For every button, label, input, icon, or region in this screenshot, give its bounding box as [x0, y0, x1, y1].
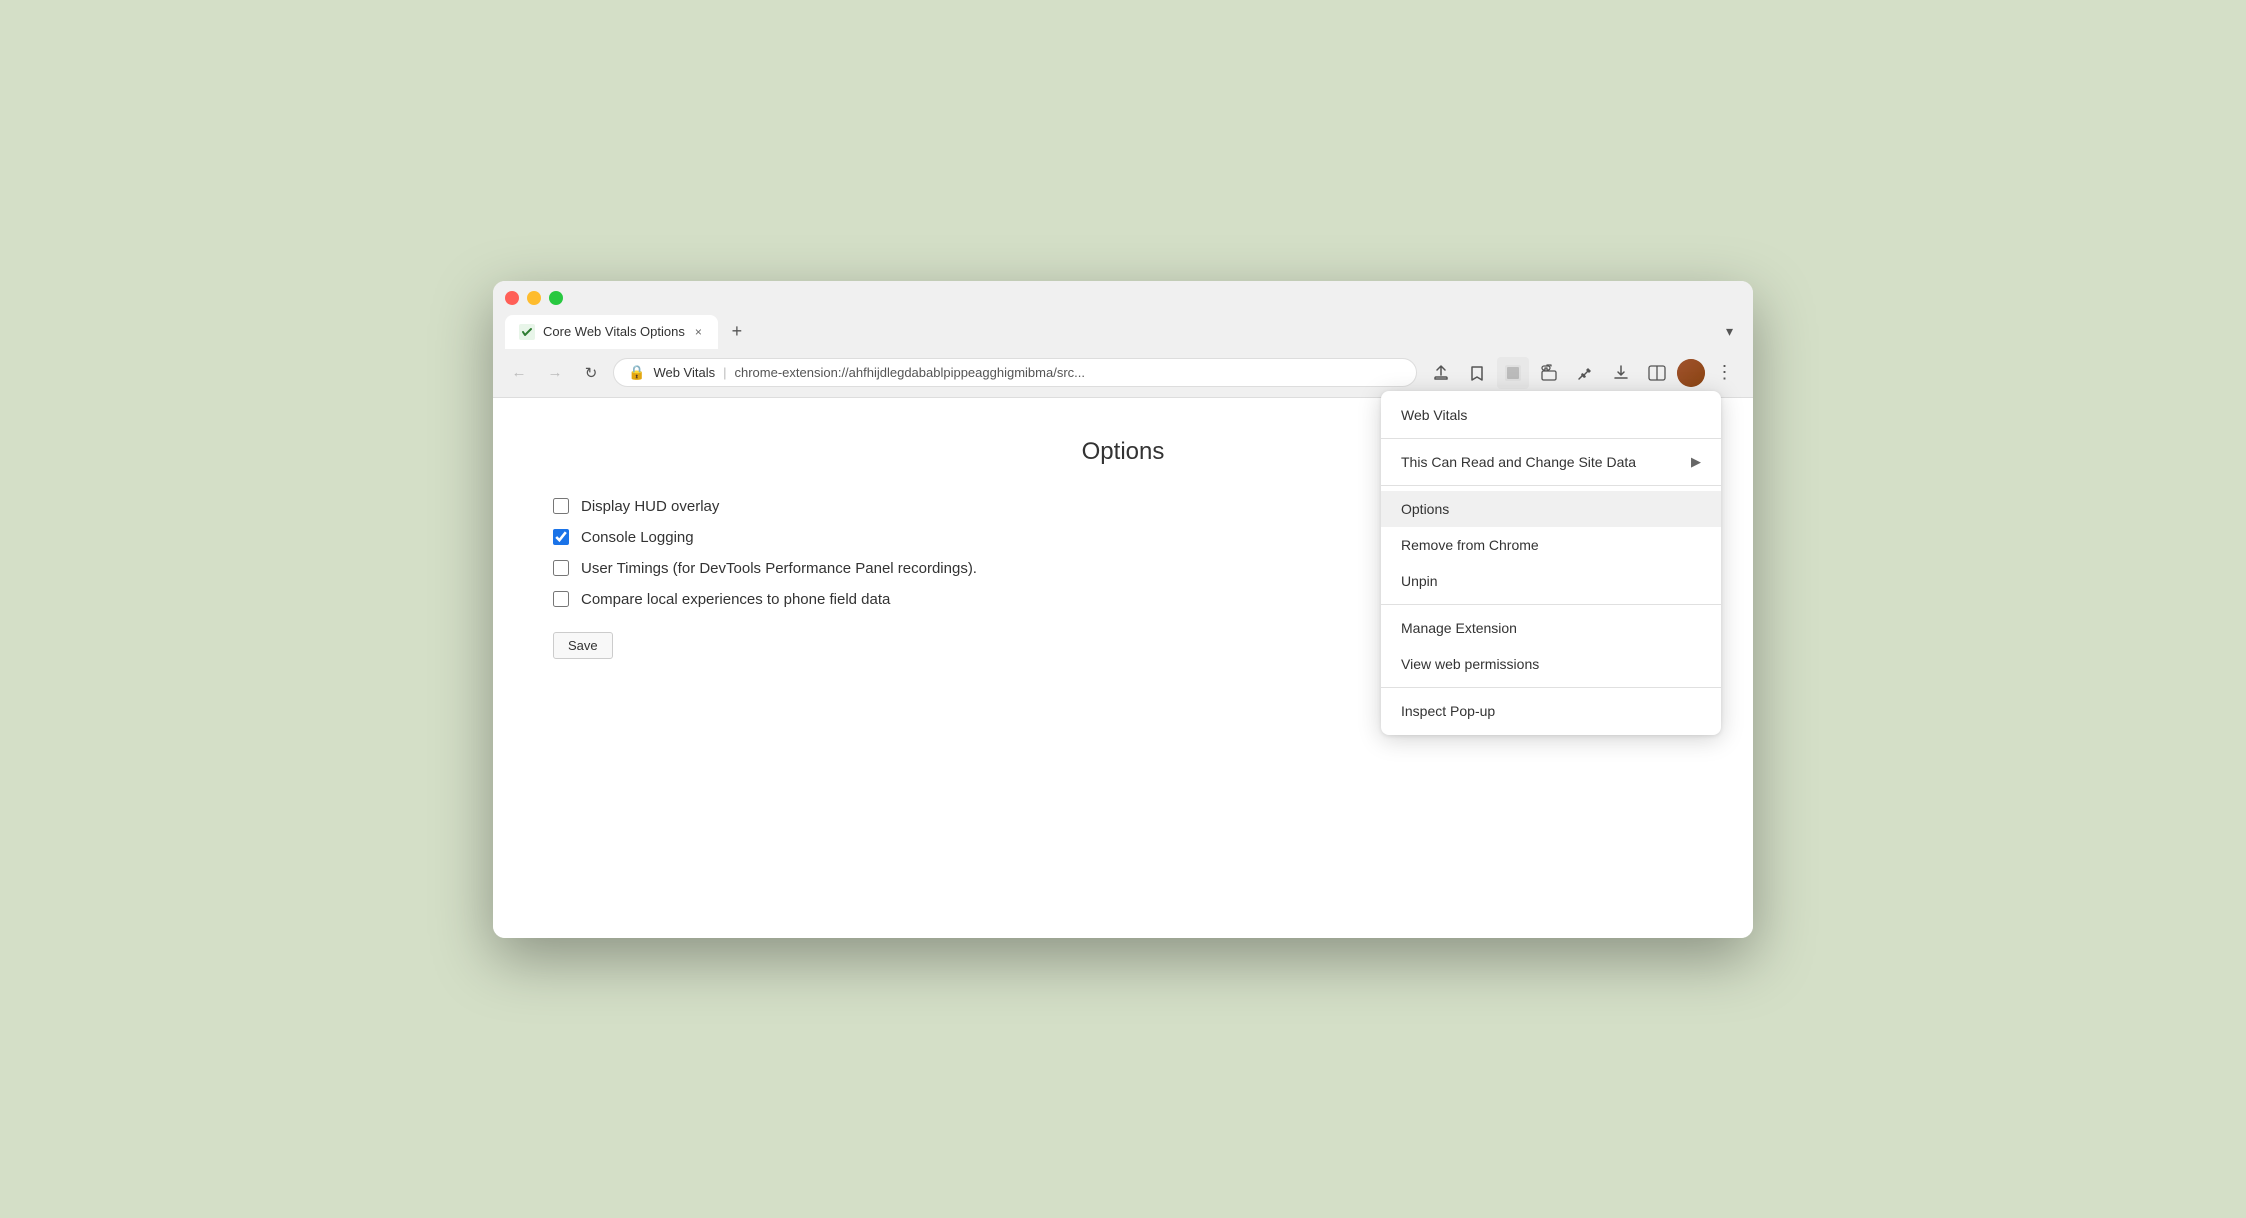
address-url: chrome-extension://ahfhijdlegdabablpippe… — [735, 365, 1403, 380]
minimize-button[interactable] — [527, 291, 541, 305]
menu-item-view-web-permissions-label: View web permissions — [1401, 656, 1701, 672]
menu-item-options[interactable]: Options — [1381, 491, 1721, 527]
split-view-icon — [1648, 365, 1666, 381]
address-bar[interactable]: 🔒 Web Vitals | chrome-extension://ahfhij… — [613, 358, 1417, 387]
user-timings-checkbox[interactable] — [553, 560, 569, 576]
menu-item-web-vitals-label: Web Vitals — [1401, 407, 1701, 423]
extensions-button[interactable] — [1533, 357, 1565, 389]
title-bar: Core Web Vitals Options × + ▾ — [493, 281, 1753, 349]
close-button[interactable] — [505, 291, 519, 305]
context-menu: Web Vitals This Can Read and Change Site… — [1381, 391, 1721, 735]
menu-item-manage-extension-label: Manage Extension — [1401, 620, 1701, 636]
menu-divider-4 — [1381, 687, 1721, 688]
menu-item-read-change-site[interactable]: This Can Read and Change Site Data ▶ — [1381, 444, 1721, 480]
bookmark-icon — [1469, 365, 1485, 381]
back-button[interactable]: ← — [505, 359, 533, 387]
share-icon — [1433, 365, 1449, 381]
pin-icon — [1577, 365, 1593, 381]
download-icon — [1613, 365, 1629, 381]
pin-button[interactable] — [1569, 357, 1601, 389]
traffic-lights — [505, 291, 1741, 305]
submenu-chevron-icon: ▶ — [1691, 454, 1701, 470]
menu-item-unpin-label: Unpin — [1401, 573, 1701, 589]
forward-button[interactable]: → — [541, 359, 569, 387]
more-button[interactable]: ⋮ — [1709, 357, 1741, 389]
compare-local-label: Compare local experiences to phone field… — [581, 591, 890, 608]
menu-item-read-change-site-label: This Can Read and Change Site Data — [1401, 454, 1691, 470]
bookmark-button[interactable] — [1461, 357, 1493, 389]
extensions-icon — [1540, 364, 1558, 382]
menu-divider-2 — [1381, 485, 1721, 486]
display-hud-label: Display HUD overlay — [581, 498, 719, 515]
save-button[interactable]: Save — [553, 632, 613, 659]
toolbar-actions: ⋮ — [1425, 357, 1741, 389]
compare-local-checkbox[interactable] — [553, 591, 569, 607]
menu-item-remove-from-chrome-label: Remove from Chrome — [1401, 537, 1701, 553]
avatar — [1677, 359, 1705, 387]
refresh-button[interactable]: ↻ — [577, 359, 605, 387]
lock-icon: 🔒 — [628, 364, 645, 381]
console-logging-checkbox[interactable] — [553, 529, 569, 545]
menu-item-inspect-popup-label: Inspect Pop-up — [1401, 703, 1701, 719]
new-tab-button[interactable]: + — [722, 317, 752, 347]
more-icon: ⋮ — [1716, 362, 1735, 383]
menu-item-manage-extension[interactable]: Manage Extension — [1381, 610, 1721, 646]
extension-active-icon — [1504, 364, 1522, 382]
menu-item-options-label: Options — [1401, 501, 1701, 517]
menu-divider-1 — [1381, 438, 1721, 439]
share-button[interactable] — [1425, 357, 1457, 389]
address-separator: | — [723, 365, 726, 380]
user-timings-label: User Timings (for DevTools Performance P… — [581, 560, 977, 577]
tab-title: Core Web Vitals Options — [543, 324, 685, 339]
display-hud-checkbox[interactable] — [553, 498, 569, 514]
menu-item-remove-from-chrome[interactable]: Remove from Chrome — [1381, 527, 1721, 563]
menu-item-inspect-popup[interactable]: Inspect Pop-up — [1381, 693, 1721, 729]
menu-item-unpin[interactable]: Unpin — [1381, 563, 1721, 599]
download-button[interactable] — [1605, 357, 1637, 389]
tab-favicon — [519, 324, 535, 340]
menu-divider-3 — [1381, 604, 1721, 605]
maximize-button[interactable] — [549, 291, 563, 305]
tab-close-button[interactable]: × — [693, 323, 704, 341]
active-tab[interactable]: Core Web Vitals Options × — [505, 315, 718, 349]
tab-list-chevron[interactable]: ▾ — [1718, 319, 1741, 344]
split-view-button[interactable] — [1641, 357, 1673, 389]
browser-window: Core Web Vitals Options × + ▾ ← → ↻ 🔒 We… — [493, 281, 1753, 938]
menu-item-web-vitals[interactable]: Web Vitals — [1381, 397, 1721, 433]
extension-active-button[interactable] — [1497, 357, 1529, 389]
profile-button[interactable] — [1677, 359, 1705, 387]
site-name: Web Vitals — [653, 365, 715, 380]
tabs-row: Core Web Vitals Options × + ▾ — [505, 315, 1741, 349]
menu-item-view-web-permissions[interactable]: View web permissions — [1381, 646, 1721, 682]
console-logging-label: Console Logging — [581, 529, 694, 546]
